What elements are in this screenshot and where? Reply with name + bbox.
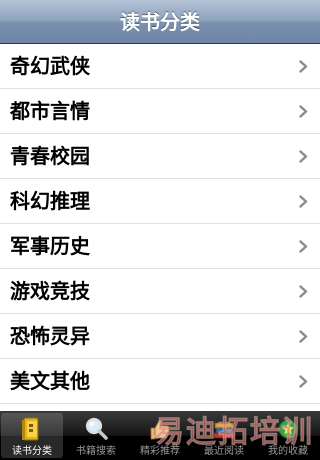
- tab-recent-reading[interactable]: 最近阅读: [192, 411, 256, 460]
- chevron-right-icon: [299, 150, 308, 163]
- chevron-right-icon: [299, 60, 308, 73]
- magnifier-icon: [85, 417, 108, 440]
- list-item-label: 军事历史: [10, 234, 90, 258]
- tab-recommendations[interactable]: 精彩推荐: [128, 411, 192, 460]
- chevron-right-icon: [299, 105, 308, 118]
- recent-books-icon: [213, 422, 235, 439]
- chevron-right-icon: [299, 240, 308, 253]
- list-item-label: 都市言情: [10, 99, 90, 123]
- thumbs-up-icon: [150, 419, 170, 440]
- list-item-horror-supernatural[interactable]: 恐怖灵异: [0, 314, 320, 359]
- category-list: 奇幻武侠 都市言情 青春校园 科幻推理 军事历史 游戏竞技 恐怖灵异 美文其他: [0, 44, 320, 412]
- list-item-fantasy-wuxia[interactable]: 奇幻武侠: [0, 44, 320, 89]
- tab-label: 最近阅读: [204, 446, 244, 457]
- chevron-right-icon: [299, 375, 308, 388]
- list-item-label: 青春校园: [10, 144, 90, 168]
- tab-bar: 读书分类 书籍搜索 精彩推荐 最近阅读 我的收藏: [0, 411, 320, 460]
- favorites-icon: [278, 419, 298, 439]
- chevron-right-icon: [299, 285, 308, 298]
- chevron-right-icon: [299, 330, 308, 343]
- list-item-gaming-sports[interactable]: 游戏竞技: [0, 269, 320, 314]
- list-item-label: 恐怖灵异: [10, 324, 90, 348]
- list-item-scifi-mystery[interactable]: 科幻推理: [0, 179, 320, 224]
- list-item-label: 奇幻武侠: [10, 54, 90, 78]
- tab-book-search[interactable]: 书籍搜索: [64, 411, 128, 460]
- tab-label: 精彩推荐: [140, 446, 180, 457]
- list-item-military-history[interactable]: 军事历史: [0, 224, 320, 269]
- tab-label: 书籍搜索: [76, 446, 116, 457]
- tab-my-favorites[interactable]: 我的收藏: [256, 411, 320, 460]
- list-item-label: 美文其他: [10, 369, 90, 393]
- navigation-bar: 读书分类: [0, 0, 320, 44]
- app-screen: 读书分类 奇幻武侠 都市言情 青春校园 科幻推理 军事历史 游戏竞技 恐怖灵异: [0, 0, 320, 460]
- list-item-youth-campus[interactable]: 青春校园: [0, 134, 320, 179]
- chevron-right-icon: [299, 195, 308, 208]
- tab-book-categories[interactable]: 读书分类: [1, 413, 63, 458]
- book-category-icon: [22, 417, 39, 441]
- list-item-urban-romance[interactable]: 都市言情: [0, 89, 320, 134]
- list-item-label: 科幻推理: [10, 189, 90, 213]
- list-item-label: 游戏竞技: [10, 279, 90, 303]
- tab-label: 我的收藏: [268, 446, 308, 457]
- list-item-essays-other[interactable]: 美文其他: [0, 359, 320, 404]
- page-title: 读书分类: [120, 10, 200, 34]
- tab-label: 读书分类: [12, 446, 52, 457]
